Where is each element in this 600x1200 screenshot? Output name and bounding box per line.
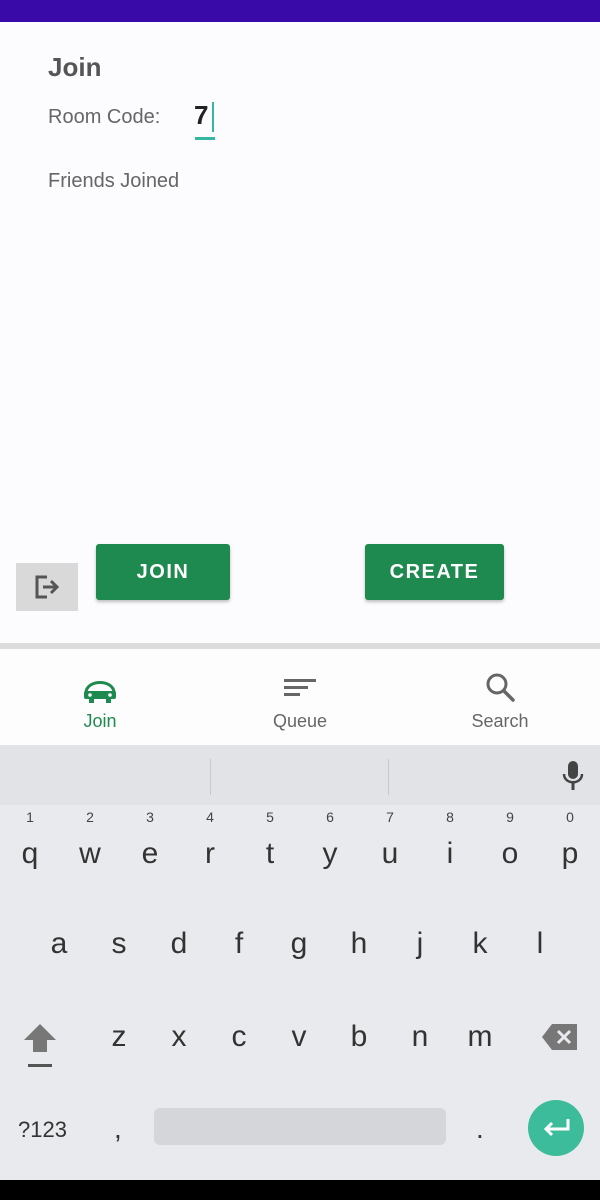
symbols-key[interactable]: ?123 [18, 1117, 67, 1143]
key-u[interactable]: 7u [360, 809, 420, 917]
page-title: Join [48, 52, 102, 82]
status-bar [0, 0, 600, 22]
key-e[interactable]: 3e [120, 809, 180, 917]
soft-keyboard: 1q 2w 3e 4r 5t 6y 7u 8i 9o 0p a s d f g … [0, 745, 600, 1180]
backspace-icon [542, 1024, 577, 1050]
comma-key[interactable]: , [114, 1113, 122, 1145]
nav-label-queue: Queue [272, 711, 328, 731]
key-k[interactable]: k [450, 927, 510, 1007]
backspace-key[interactable] [530, 1020, 590, 1100]
suggestion-divider [388, 759, 389, 795]
key-r[interactable]: 4r [180, 809, 240, 917]
logout-icon [35, 575, 60, 599]
friends-joined-label: Friends Joined [48, 170, 180, 192]
nav-label-search: Search [471, 711, 529, 731]
key-m[interactable]: m [450, 1020, 510, 1100]
queue-icon [284, 679, 316, 696]
space-key[interactable] [154, 1108, 446, 1145]
car-icon [84, 681, 116, 703]
key-g[interactable]: g [269, 927, 329, 1007]
enter-icon [543, 1119, 570, 1137]
nav-item-join[interactable]: Join [0, 649, 200, 745]
key-v[interactable]: v [269, 1020, 329, 1100]
key-z[interactable]: z [89, 1020, 149, 1100]
key-o[interactable]: 9o [480, 809, 540, 917]
nav-item-queue[interactable]: Queue [200, 649, 400, 745]
key-q[interactable]: 1q [0, 809, 60, 917]
suggestion-divider [210, 759, 211, 795]
shift-icon [24, 1024, 56, 1067]
key-x[interactable]: x [149, 1020, 209, 1100]
microphone-icon[interactable] [560, 759, 586, 793]
key-j[interactable]: j [390, 927, 450, 1007]
key-y[interactable]: 6y [300, 809, 360, 917]
suggestion-bar [0, 745, 600, 805]
key-s[interactable]: s [89, 927, 149, 1007]
nav-item-search[interactable]: Search [400, 649, 600, 745]
join-button[interactable]: JOIN [96, 544, 230, 600]
bottom-navigation: Join Queue Search [0, 649, 600, 745]
key-d[interactable]: d [149, 927, 209, 1007]
key-n[interactable]: n [390, 1020, 450, 1100]
key-h[interactable]: h [329, 927, 389, 1007]
key-l[interactable]: l [510, 927, 570, 1007]
key-f[interactable]: f [209, 927, 269, 1007]
system-nav-bar [0, 1180, 600, 1200]
key-a[interactable]: a [29, 927, 89, 1007]
key-i[interactable]: 8i [420, 809, 480, 917]
key-p[interactable]: 0p [540, 809, 600, 917]
enter-key[interactable] [528, 1100, 584, 1156]
create-button[interactable]: CREATE [365, 544, 504, 600]
search-icon [486, 673, 515, 702]
room-code-underline [195, 137, 215, 140]
shift-key[interactable] [10, 1020, 70, 1100]
key-b[interactable]: b [329, 1020, 389, 1100]
key-t[interactable]: 5t [240, 809, 300, 917]
key-c[interactable]: c [209, 1020, 269, 1100]
logout-button[interactable] [16, 563, 78, 611]
key-w[interactable]: 2w [60, 809, 120, 917]
room-code-label: Room Code: [48, 106, 161, 128]
text-caret [212, 102, 214, 132]
nav-label-join: Join [83, 711, 117, 731]
period-key[interactable]: . [476, 1113, 484, 1145]
